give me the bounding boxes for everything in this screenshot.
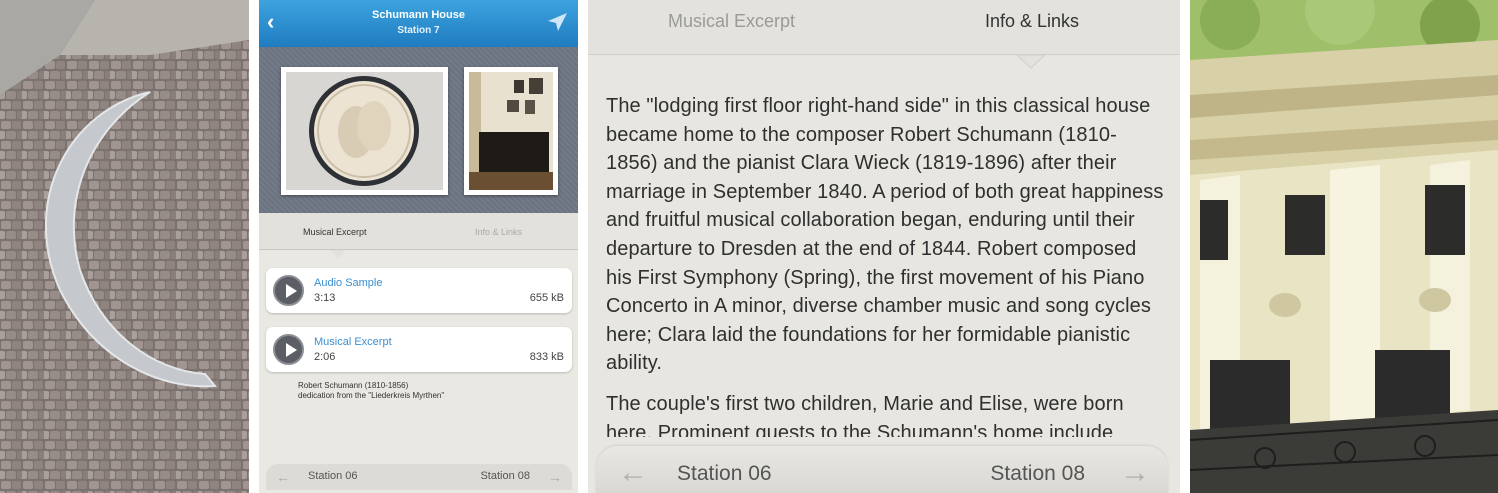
station-subtitle: Station 7 xyxy=(397,25,440,36)
audio-title[interactable]: Musical Excerpt xyxy=(314,336,392,348)
play-icon[interactable] xyxy=(273,334,304,365)
tab-info-links[interactable]: Info & Links xyxy=(985,11,1079,32)
arrow-right-icon[interactable]: → xyxy=(1120,458,1150,488)
next-station-button[interactable]: Station 08 xyxy=(990,462,1085,486)
navigation-arrow-icon[interactable] xyxy=(546,12,568,37)
pavement-photo xyxy=(0,0,249,493)
prev-station-button[interactable]: Station 06 xyxy=(308,470,358,482)
info-paragraph: The "lodging first floor right-hand side… xyxy=(606,95,1164,375)
audio-title[interactable]: Audio Sample xyxy=(314,277,383,289)
prev-station-button[interactable]: Station 06 xyxy=(677,462,772,486)
arrow-left-icon[interactable]: ← xyxy=(276,470,290,484)
tab-musical-excerpt[interactable]: Musical Excerpt xyxy=(303,227,367,237)
arrow-right-icon[interactable]: → xyxy=(548,470,562,484)
audio-duration: 2:06 xyxy=(314,351,336,363)
audio-item[interactable]: Audio Sample 3:13 655 kB xyxy=(266,268,572,313)
audio-size: 655 kB xyxy=(529,292,564,304)
next-station-button[interactable]: Station 08 xyxy=(480,470,530,482)
medallion-image[interactable] xyxy=(281,67,448,195)
play-icon[interactable] xyxy=(273,275,304,306)
audio-item[interactable]: Musical Excerpt 2:06 833 kB xyxy=(266,327,572,372)
zoomed-info-screen: Musical Excerpt Info & Links The "lodgin… xyxy=(588,0,1180,493)
active-tab-indicator xyxy=(330,250,346,258)
tab-musical-excerpt[interactable]: Musical Excerpt xyxy=(668,11,795,32)
building-facade-photo xyxy=(1190,0,1498,493)
app-header: ‹ Schumann House Station 7 xyxy=(259,0,578,47)
tab-info-links[interactable]: Info & Links xyxy=(475,227,522,237)
tab-bar: Musical Excerpt Info & Links xyxy=(259,213,578,250)
interior-image[interactable] xyxy=(464,67,558,195)
phone-screen: ‹ Schumann House Station 7 Musical Excer… xyxy=(259,0,578,493)
audio-caption: Robert Schumann (1810-1856) dedication f… xyxy=(298,381,444,401)
station-title: Schumann House xyxy=(372,9,465,21)
tab-bar: Musical Excerpt Info & Links xyxy=(588,0,1180,55)
image-gallery xyxy=(259,47,578,213)
caption-line: Robert Schumann (1810-1856) xyxy=(298,381,409,390)
caption-line: dedication from the "Liederkreis Myrthen… xyxy=(298,391,445,400)
active-tab-indicator xyxy=(1017,55,1045,69)
audio-duration: 3:13 xyxy=(314,292,336,304)
arrow-left-icon[interactable]: ← xyxy=(618,458,648,488)
info-text: The "lodging first floor right-hand side… xyxy=(606,92,1166,437)
station-footer: ← Station 06 Station 08 → xyxy=(596,446,1168,493)
audio-size: 833 kB xyxy=(529,351,564,363)
station-footer: ← Station 06 Station 08 → xyxy=(266,464,572,490)
info-paragraph: The couple's first two children, Marie a… xyxy=(606,392,1124,437)
